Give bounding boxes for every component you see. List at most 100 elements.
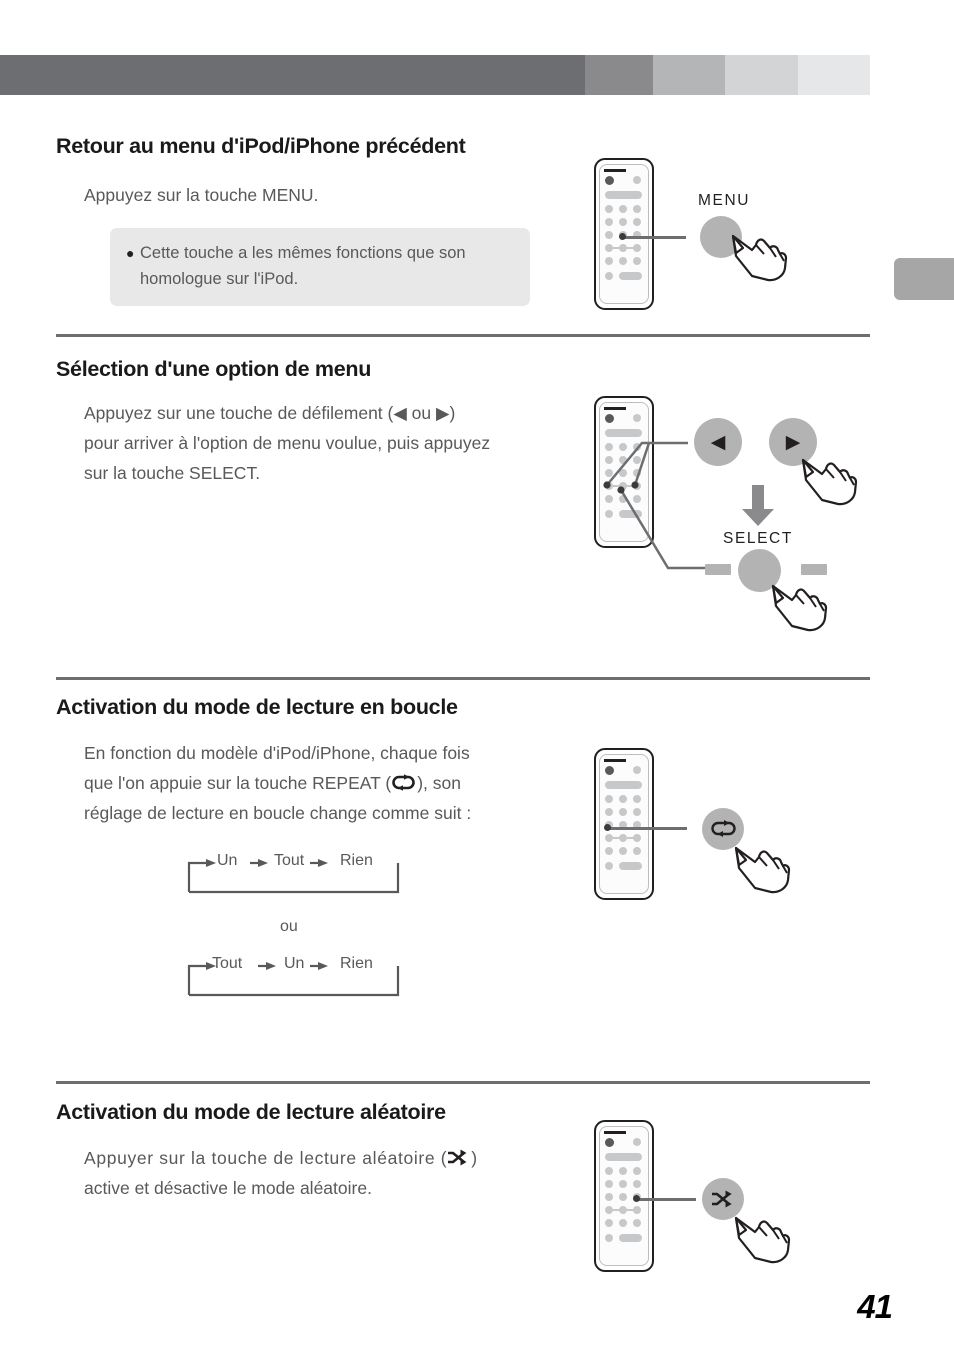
remote-dash-1 <box>613 247 620 249</box>
remote-wide-button-bottom-1 <box>619 272 642 280</box>
remote-top-rule-4 <box>604 1131 626 1134</box>
menu-select-line-1: Appuyez sur une touche de défilement (◀ … <box>84 403 456 423</box>
remote4-key-4-1 <box>605 1206 613 1214</box>
section-divider-2 <box>56 677 870 680</box>
select-left-bar <box>705 564 731 575</box>
remote4-key-3-1 <box>605 1193 613 1201</box>
remote4-key-2-2 <box>619 1180 627 1188</box>
remote3-key-5-1 <box>605 847 613 855</box>
note-text-menu-return: Cette touche a les mêmes fonctions que s… <box>140 240 466 292</box>
header-segment-1 <box>0 55 585 95</box>
menu-select-line-2: pour arriver à l'option de menu voulue, … <box>84 433 491 453</box>
repeat-line-2: que l'on appuie sur la touche REPEAT ( )… <box>84 768 544 798</box>
remote-control-illustration-4 <box>594 1120 654 1272</box>
remote-wide-button-4 <box>605 1153 642 1161</box>
repeat-loop-icon-inline <box>392 774 415 791</box>
remote4-key-4-3 <box>633 1206 641 1214</box>
remote4-dash-2 <box>627 1209 634 1211</box>
shuffle-line-1-b: ) <box>471 1148 478 1168</box>
remote3-key-5-3 <box>633 847 641 855</box>
section-title-shuffle-mode: Activation du mode de lecture aléatoire <box>56 1100 446 1124</box>
remote4-wide-button-bottom <box>619 1234 642 1242</box>
shuffle-icon <box>712 1190 732 1208</box>
remote-wide-button-3 <box>605 781 642 789</box>
remote4-key-6-1 <box>605 1234 613 1242</box>
note-line-2: homologue sur l'iPod. <box>140 270 299 288</box>
remote-key-1-2 <box>619 205 627 213</box>
remote-key-1-3 <box>633 205 641 213</box>
remote-power-button-1 <box>605 176 614 185</box>
repeat-loop-icon <box>711 820 736 837</box>
remote-key-5-2 <box>619 257 627 265</box>
remote3-dash-1 <box>613 837 620 839</box>
section-title-menu-select: Sélection d'une option de menu <box>56 357 372 381</box>
remote-key-2-3 <box>633 218 641 226</box>
shuffle-line-1: Appuyer sur la touche de lecture aléatoi… <box>84 1143 544 1173</box>
pointing-hand-cursor-1 <box>731 234 788 282</box>
remote3-key-4-1 <box>605 834 613 842</box>
repeat-flow1-item-1: Un <box>217 852 238 869</box>
section-title-menu-return: Retour au menu d'iPod/iPhone précédent <box>56 134 466 158</box>
repeat-flow1-item-3: Rien <box>340 852 373 869</box>
remote-key-2-1 <box>605 218 613 226</box>
repeat-flow2-item-3: Rien <box>340 955 373 972</box>
section-title-repeat-mode: Activation du mode de lecture en boucle <box>56 695 458 719</box>
remote-key-3-1 <box>605 231 613 239</box>
remote-key-5-3 <box>633 257 641 265</box>
section-body-menu-select: Appuyez sur une touche de défilement (◀ … <box>84 398 544 488</box>
repeat-flow1-item-2: Tout <box>274 852 305 869</box>
remote3-key-5-2 <box>619 847 627 855</box>
repeat-flow2-item-1: Tout <box>212 955 243 972</box>
header-segment-3 <box>653 55 725 95</box>
remote4-key-1-1 <box>605 1167 613 1175</box>
remote-key-5-1 <box>605 257 613 265</box>
remote-power-button-4 <box>605 1138 614 1147</box>
remote3-key-2-3 <box>633 808 641 816</box>
remote4-key-3-2 <box>619 1193 627 1201</box>
left-arrow-icon: ◀ <box>710 431 726 453</box>
remote3-key-4-3 <box>633 834 641 842</box>
remote4-key-2-1 <box>605 1180 613 1188</box>
callout-anchor-menu <box>619 233 626 240</box>
down-arrow-icon <box>742 485 774 526</box>
remote-button-top-right-4 <box>633 1138 641 1146</box>
remote-key-1-1 <box>605 205 613 213</box>
chapter-edge-tab <box>894 258 954 300</box>
section-body-menu-return: Appuyez sur la touche MENU. <box>84 185 319 205</box>
pointing-hand-cursor-4 <box>734 846 791 894</box>
remote3-key-2-2 <box>619 808 627 816</box>
remote-key-4-3 <box>633 244 641 252</box>
remote4-key-2-3 <box>633 1180 641 1188</box>
control-label-select: SELECT <box>723 530 793 547</box>
remote4-key-5-1 <box>605 1219 613 1227</box>
repeat-line-3: réglage de lecture en boucle change comm… <box>84 803 472 823</box>
header-segment-4 <box>725 55 798 95</box>
callout-anchor-shuffle <box>633 1195 640 1202</box>
remote4-key-1-2 <box>619 1167 627 1175</box>
note-box-menu-return: ● Cette touche a les mêmes fonctions que… <box>110 228 530 306</box>
remote4-key-1-3 <box>633 1167 641 1175</box>
shuffle-line-1-a: Appuyer sur la touche de lecture aléatoi… <box>84 1148 448 1168</box>
remote4-key-5-3 <box>633 1219 641 1227</box>
remote-wide-button-1 <box>605 191 642 199</box>
callout-line-shuffle <box>636 1198 696 1201</box>
remote-button-top-right-1 <box>633 176 641 184</box>
remote-dash-2 <box>627 247 634 249</box>
repeat-flow2-item-2: Un <box>284 955 305 972</box>
page-number: 41 <box>857 1288 893 1325</box>
section-body-shuffle-mode: Appuyer sur la touche de lecture aléatoi… <box>84 1143 544 1203</box>
remote-top-rule-1 <box>604 169 626 172</box>
remote-key-4-2 <box>619 244 627 252</box>
note-line-1: Cette touche a les mêmes fonctions que s… <box>140 244 466 262</box>
shuffle-line-2: active et désactive le mode aléatoire. <box>84 1178 372 1198</box>
remote3-key-1-2 <box>619 795 627 803</box>
remote4-key-4-2 <box>619 1206 627 1214</box>
remote4-dash-1 <box>613 1209 620 1211</box>
pointing-hand-cursor-5 <box>734 1216 791 1264</box>
repeat-line-1: En fonction du modèle d'iPod/iPhone, cha… <box>84 743 470 763</box>
remote-key-6-1 <box>605 272 613 280</box>
callout-line-repeat <box>607 827 687 830</box>
section-body-repeat-mode: En fonction du modèle d'iPod/iPhone, cha… <box>84 738 544 828</box>
remote3-wide-button-bottom <box>619 862 642 870</box>
callout-anchor-repeat <box>604 824 611 831</box>
